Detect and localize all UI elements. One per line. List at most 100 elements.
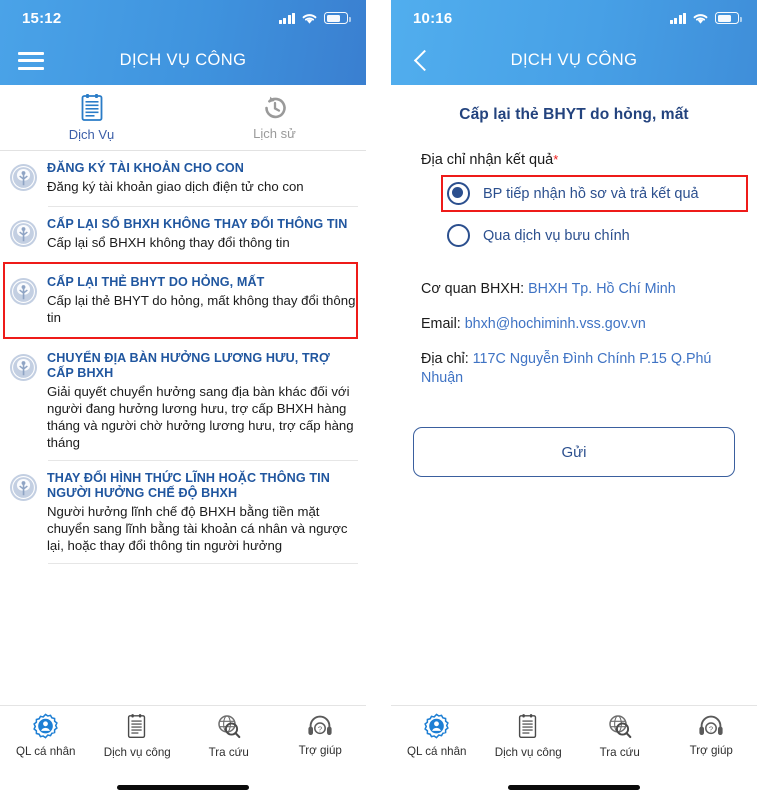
bottom-navigation: QL cá nhân Dịch vụ công Tra cứu ? Trợ gi… [0, 705, 366, 800]
bottom-nav-label: QL cá nhân [406, 745, 467, 758]
svg-text:?: ? [709, 724, 713, 733]
status-icons [278, 12, 351, 25]
public-service-document-icon [519, 714, 537, 738]
list-item-title: CẤP LẠI THẺ BHYT DO HỎNG, MẤT [47, 275, 265, 289]
right-header: 10:16 DỊCH VỤ CÔNG [391, 0, 757, 85]
home-indicator [508, 785, 640, 790]
list-item-description: Đăng ký tài khoản giao dịch điện tử cho … [47, 178, 304, 194]
globe-search-icon [609, 715, 632, 739]
right-phone-screen: 10:16 DỊCH VỤ CÔNG Cấp lại thẻ BHYT do h… [391, 0, 757, 800]
bhxh-logo-icon [9, 471, 38, 554]
info-row-co-quan: Cơ quan BHXH: BHXH Tp. Hồ Chí Minh [421, 280, 757, 315]
panel-gutter [366, 0, 391, 800]
personal-management-icon [33, 713, 59, 739]
list-item-text: CHUYỂN ĐỊA BÀN HƯỞNG LƯƠNG HƯU, TRỢ CẤP … [47, 351, 356, 451]
highlighted-radio-wrap: BP tiếp nhận hồ sơ và trả kết quả [391, 175, 757, 212]
list-item-title: CẤP LẠI SỔ BHXH KHÔNG THAY ĐỔI THÔNG TIN [47, 217, 348, 231]
radio-group: BP tiếp nhận hồ sơ và trả kết quả Qua dị… [391, 168, 757, 254]
globe-search-icon [218, 715, 241, 739]
list-item[interactable]: CẤP LẠI SỔ BHXH KHÔNG THAY ĐỔI THÔNG TIN… [0, 207, 366, 262]
signal-bars-icon [278, 12, 295, 24]
public-service-document-icon [128, 714, 146, 738]
tab-label: Dịch Vụ [68, 127, 115, 142]
bottom-nav-tra-cuu[interactable]: Tra cứu [574, 713, 666, 768]
list-item-title: THAY ĐỔI HÌNH THỨC LĨNH HOẶC THÔNG TIN N… [47, 470, 330, 501]
list-item-description: Người hưởng lĩnh chế độ BHXH bằng tiền m… [47, 503, 348, 553]
list-item-text: CẤP LẠI SỔ BHXH KHÔNG THAY ĐỔI THÔNG TIN… [47, 217, 356, 253]
divider [48, 562, 358, 564]
tab-dich-vu[interactable]: Dịch Vụ [0, 85, 183, 150]
left-phone-screen: 15:12 DỊCH VỤ CÔNG Dịch Vụ Lịch sử ĐĂNG … [0, 0, 366, 800]
history-clock-icon [264, 96, 286, 119]
info-label: Email: [421, 316, 461, 332]
hamburger-menu-icon[interactable] [0, 36, 62, 85]
status-clock: 15:12 [22, 9, 62, 27]
chevron-left-icon[interactable] [391, 36, 453, 85]
tab-label: Lịch sử [253, 126, 296, 141]
info-value: bhxh@hochiminh.vss.gov.vn [464, 316, 646, 332]
bottom-nav-tro-giup[interactable]: ? Trợ giúp [275, 713, 367, 768]
left-status-bar: 15:12 [0, 0, 366, 36]
bottom-navigation: QL cá nhân Dịch vụ công Tra cứu ? Trợ gi… [391, 705, 757, 800]
agency-info: Cơ quan BHXH: BHXH Tp. Hồ Chí Minh Email… [391, 254, 757, 404]
submit-button[interactable]: Gửi [413, 427, 735, 477]
bottom-nav-tra-cuu[interactable]: Tra cứu [183, 713, 275, 768]
list-item-text: ĐĂNG KÝ TÀI KHOẢN CHO CON Đăng ký tài kh… [47, 161, 356, 197]
list-item[interactable]: CHUYỂN ĐỊA BÀN HƯỞNG LƯƠNG HƯU, TRỢ CẤP … [0, 339, 366, 460]
highlighted-list-item-wrap: CẤP LẠI THẺ BHYT DO HỎNG, MẤT Cấp lại th… [0, 262, 366, 339]
bhxh-logo-icon [9, 161, 38, 197]
bhxh-logo-icon [9, 351, 38, 451]
tab-lich-su[interactable]: Lịch sử [183, 85, 366, 150]
bottom-nav-label: Dịch vụ công [494, 746, 562, 759]
list-item[interactable]: CẤP LẠI THẺ BHYT DO HỎNG, MẤT Cấp lại th… [0, 262, 366, 339]
list-item-description: Cấp lại sổ BHXH không thay đổi thông tin [47, 234, 290, 250]
radio-button-selected[interactable] [447, 182, 470, 205]
service-list: ĐĂNG KÝ TÀI KHOẢN CHO CON Đăng ký tài kh… [0, 151, 366, 564]
status-clock: 10:16 [413, 9, 453, 27]
right-status-bar: 10:16 [391, 0, 757, 36]
personal-management-icon [424, 713, 450, 739]
bottom-nav-dich-vu-cong[interactable]: Dịch vụ công [483, 713, 575, 768]
submit-area: Gửi [391, 404, 757, 477]
list-item-title: ĐĂNG KÝ TÀI KHOẢN CHO CON [47, 161, 245, 175]
form-page-title: Cấp lại thẻ BHYT do hỏng, mất [459, 106, 689, 123]
radio-option-buu-chinh[interactable]: Qua dịch vụ bưu chính [391, 212, 757, 254]
right-navbar: DỊCH VỤ CÔNG [391, 36, 757, 85]
bottom-nav-label: Trợ giúp [689, 744, 733, 757]
list-item-text: THAY ĐỔI HÌNH THỨC LĨNH HOẶC THÔNG TIN N… [47, 471, 356, 554]
bottom-nav-label: QL cá nhân [15, 745, 76, 758]
status-icons [669, 12, 742, 25]
signal-bars-icon [669, 12, 686, 24]
info-row-email: Email: bhxh@hochiminh.vss.gov.vn [421, 315, 757, 350]
screenshot-stage: 15:12 DỊCH VỤ CÔNG Dịch Vụ Lịch sử ĐĂNG … [0, 0, 757, 800]
bottom-nav-ql-ca-nhan[interactable]: QL cá nhân [0, 713, 92, 768]
bottom-nav-label: Trợ giúp [298, 744, 342, 757]
info-value: BHXH Tp. Hồ Chí Minh [528, 281, 676, 297]
list-item-title: CHUYỂN ĐỊA BÀN HƯỞNG LƯƠNG HƯU, TRỢ CẤP … [47, 350, 330, 381]
bottom-nav-ql-ca-nhan[interactable]: QL cá nhân [391, 713, 483, 768]
info-label: Cơ quan BHXH: [421, 281, 525, 297]
list-item[interactable]: THAY ĐỔI HÌNH THỨC LĨNH HOẶC THÔNG TIN N… [0, 461, 366, 563]
required-marker: * [553, 152, 559, 167]
bottom-nav-dich-vu-cong[interactable]: Dịch vụ công [92, 713, 184, 768]
bottom-nav-label: Tra cứu [208, 746, 249, 759]
left-header: 15:12 DỊCH VỤ CÔNG [0, 0, 366, 85]
left-navbar: DỊCH VỤ CÔNG [0, 36, 366, 85]
radio-option-bp-tiep-nhan[interactable]: BP tiếp nhận hồ sơ và trả kết quả [391, 175, 757, 212]
headset-help-icon: ? [699, 715, 723, 735]
svg-text:?: ? [318, 724, 322, 733]
list-item-description: Giải quyết chuyển hưởng sang địa bàn khá… [47, 383, 354, 450]
battery-icon [715, 12, 742, 24]
home-indicator [117, 785, 249, 790]
radio-button-unselected[interactable] [447, 224, 470, 247]
address-field-label: Địa chỉ nhận kết quả* [391, 124, 757, 168]
bottom-nav-tro-giup[interactable]: ? Trợ giúp [666, 713, 757, 768]
bottom-nav-label: Tra cứu [599, 746, 640, 759]
list-item-text: CẤP LẠI THẺ BHYT DO HỎNG, MẤT Cấp lại th… [47, 275, 356, 326]
battery-icon [324, 12, 351, 24]
wifi-icon [693, 13, 708, 24]
radio-label: Qua dịch vụ bưu chính [483, 227, 630, 244]
bhxh-logo-icon [9, 217, 38, 253]
list-item[interactable]: ĐĂNG KÝ TÀI KHOẢN CHO CON Đăng ký tài kh… [0, 151, 366, 206]
address-label-text: Địa chỉ nhận kết quả [421, 152, 554, 168]
